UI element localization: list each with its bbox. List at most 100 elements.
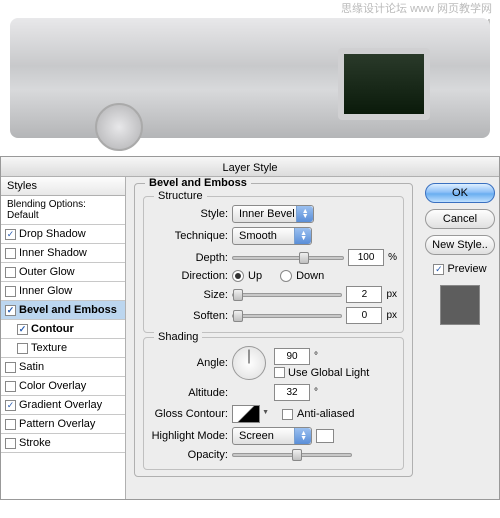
style-checkbox[interactable] (5, 419, 16, 430)
style-checkbox[interactable] (5, 381, 16, 392)
chevron-updown-icon: ▲▼ (302, 209, 309, 219)
shading-title: Shading (154, 331, 202, 343)
style-checkbox[interactable]: ✓ (17, 324, 28, 335)
highlight-color-swatch[interactable] (316, 429, 334, 443)
highlight-mode-select[interactable]: Screen▲▼ (232, 427, 312, 445)
anti-aliased-label: Anti-aliased (297, 408, 354, 420)
style-item-inner-shadow[interactable]: Inner Shadow (1, 244, 125, 263)
direction-up-radio[interactable] (232, 270, 244, 282)
anti-aliased-checkbox[interactable] (282, 409, 293, 420)
style-item-outer-glow[interactable]: Outer Glow (1, 263, 125, 282)
direction-down-radio[interactable] (280, 270, 292, 282)
preview-swatch (440, 285, 480, 325)
watermark-line1: 思缘设计论坛 www 网页教学网 (341, 2, 492, 16)
settings-column: Bevel and Emboss Structure Style: Inner … (126, 177, 421, 499)
shading-group: Shading Angle: ° Use Global Light (143, 337, 404, 470)
altitude-field[interactable] (274, 384, 310, 401)
size-unit: px (386, 289, 397, 300)
structure-title: Structure (154, 190, 207, 202)
style-label: Outer Glow (19, 266, 75, 278)
style-checkbox[interactable] (5, 286, 16, 297)
preview-checkbox[interactable]: ✓ (433, 264, 444, 275)
angle-dial[interactable] (232, 346, 266, 380)
angle-label: Angle: (150, 357, 228, 369)
bevel-emboss-fieldset: Bevel and Emboss Structure Style: Inner … (134, 183, 413, 477)
chevron-updown-icon: ▲▼ (300, 231, 307, 241)
soften-slider[interactable] (232, 314, 342, 318)
chevron-updown-icon: ▲▼ (300, 431, 307, 441)
global-light-checkbox[interactable] (274, 367, 285, 378)
opacity-slider[interactable] (232, 453, 352, 457)
style-item-gradient-overlay[interactable]: ✓Gradient Overlay (1, 396, 125, 415)
style-item-bevel-and-emboss[interactable]: ✓Bevel and Emboss (1, 301, 125, 320)
style-label: Gradient Overlay (19, 399, 102, 411)
style-checkbox[interactable] (5, 267, 16, 278)
style-item-texture[interactable]: Texture (1, 339, 125, 358)
style-checkbox[interactable]: ✓ (5, 305, 16, 316)
altitude-label: Altitude: (150, 387, 228, 399)
style-select[interactable]: Inner Bevel▲▼ (232, 205, 314, 223)
dialog-titlebar: Layer Style (1, 157, 499, 177)
angle-field[interactable] (274, 348, 310, 365)
gloss-contour-label: Gloss Contour: (150, 408, 228, 420)
style-item-pattern-overlay[interactable]: Pattern Overlay (1, 415, 125, 434)
fieldset-title: Bevel and Emboss (145, 177, 251, 189)
style-item-stroke[interactable]: Stroke (1, 434, 125, 453)
style-item-color-overlay[interactable]: Color Overlay (1, 377, 125, 396)
highlight-mode-label: Highlight Mode: (150, 430, 228, 442)
new-style-button[interactable]: New Style.. (425, 235, 495, 255)
down-label: Down (296, 270, 324, 282)
style-checkbox[interactable]: ✓ (5, 229, 16, 240)
size-slider[interactable] (232, 293, 342, 297)
style-item-inner-glow[interactable]: Inner Glow (1, 282, 125, 301)
opacity-label: Opacity: (150, 449, 228, 461)
style-item-drop-shadow[interactable]: ✓Drop Shadow (1, 225, 125, 244)
styles-column: Styles Blending Options: Default ✓Drop S… (1, 177, 126, 499)
styles-list: ✓Drop ShadowInner ShadowOuter GlowInner … (1, 225, 125, 453)
technique-label: Technique: (150, 230, 228, 242)
style-label: Inner Shadow (19, 247, 87, 259)
style-checkbox[interactable] (5, 362, 16, 373)
preview-row: ✓ Preview (433, 263, 486, 275)
style-checkbox[interactable]: ✓ (5, 400, 16, 411)
depth-label: Depth: (150, 252, 228, 264)
style-item-satin[interactable]: Satin (1, 358, 125, 377)
buttons-column: OK Cancel New Style.. ✓ Preview (421, 177, 499, 499)
dialog-body: Styles Blending Options: Default ✓Drop S… (1, 177, 499, 499)
up-label: Up (248, 270, 262, 282)
styles-header[interactable]: Styles (1, 177, 125, 196)
size-field[interactable] (346, 286, 382, 303)
ok-button[interactable]: OK (425, 183, 495, 203)
style-checkbox[interactable] (17, 343, 28, 354)
camera-illustration (10, 18, 490, 138)
global-light-label: Use Global Light (288, 367, 369, 379)
direction-label: Direction: (150, 270, 228, 282)
style-item-contour[interactable]: ✓Contour (1, 320, 125, 339)
style-label: Pattern Overlay (19, 418, 95, 430)
style-checkbox[interactable] (5, 438, 16, 449)
soften-unit: px (386, 310, 397, 321)
structure-group: Structure Style: Inner Bevel▲▼ Technique… (143, 196, 404, 333)
style-label: Satin (19, 361, 44, 373)
size-label: Size: (150, 289, 228, 301)
style-label: Drop Shadow (19, 228, 86, 240)
gloss-contour-picker[interactable] (232, 405, 260, 423)
style-label: Color Overlay (19, 380, 86, 392)
preview-label: Preview (447, 263, 486, 275)
style-label: Inner Glow (19, 285, 72, 297)
style-label: Texture (31, 342, 67, 354)
style-label: Style: (150, 208, 228, 220)
style-label: Bevel and Emboss (19, 304, 117, 316)
style-checkbox[interactable] (5, 248, 16, 259)
blending-options-row[interactable]: Blending Options: Default (1, 196, 125, 225)
style-label: Stroke (19, 437, 51, 449)
depth-slider[interactable] (232, 256, 344, 260)
cancel-button[interactable]: Cancel (425, 209, 495, 229)
depth-unit: % (388, 252, 397, 263)
dialog-title: Layer Style (222, 162, 277, 174)
depth-field[interactable] (348, 249, 384, 266)
soften-field[interactable] (346, 307, 382, 324)
soften-label: Soften: (150, 310, 228, 322)
technique-select[interactable]: Smooth▲▼ (232, 227, 312, 245)
layer-style-dialog: Layer Style Styles Blending Options: Def… (0, 156, 500, 500)
